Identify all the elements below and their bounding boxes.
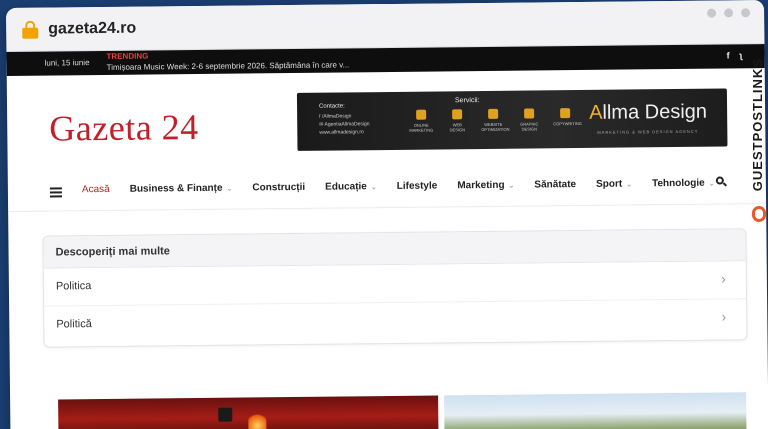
banner-contact: Contacte: f /AllmaDesign ✉ AgentiaAllmaD… [319, 103, 370, 136]
hat-figure-icon [218, 407, 233, 422]
service-icon [488, 108, 499, 119]
window-dot-icon[interactable] [724, 8, 734, 18]
rss-icon[interactable]: ʅ [739, 50, 742, 60]
service-icon [452, 109, 463, 120]
search-icon[interactable] [715, 176, 728, 187]
nav-item-acasa[interactable]: Acasă [82, 184, 110, 195]
chevron-down-icon: ⌄ [508, 182, 515, 190]
browser-window: gazeta24.ro luni, 15 iunie TRENDING Timi… [6, 0, 768, 429]
window-controls [707, 8, 751, 18]
service-icon [560, 108, 571, 119]
ad-banner[interactable]: Contacte: f /AllmaDesign ✉ AgentiaAllmaD… [296, 88, 728, 151]
window-dot-icon[interactable] [707, 8, 717, 18]
nav-item-marketing[interactable]: Marketing ⌄ [457, 180, 515, 191]
lock-icon [22, 20, 39, 39]
nav-item-sanatate[interactable]: Sănătate [534, 179, 576, 190]
site-logo[interactable]: Gazeta 24 [49, 106, 199, 150]
banner-services-title: Servicii: [454, 97, 480, 105]
trending-label: TRENDING [106, 51, 149, 61]
window-dot-icon[interactable] [741, 8, 751, 18]
nav-item-business[interactable]: Business & Finanțe ⌄ [130, 183, 233, 195]
discover-item[interactable]: Politică › [44, 299, 746, 344]
banner-services: ONLINE MARKETING WEB DESIGN WEBSITE OPTI… [409, 108, 582, 133]
link-icon [752, 206, 766, 222]
discover-more-panel: Descoperiți mai multe Politica › Politic… [42, 228, 748, 348]
banner-brand: Allma Design [589, 100, 708, 124]
nav-item-lifestyle[interactable]: Lifestyle [397, 180, 438, 191]
chevron-down-icon: ⌄ [708, 180, 715, 188]
service-item: GRAPHIC DESIGN [517, 108, 541, 132]
hamburger-menu-icon[interactable] [49, 187, 62, 199]
address-bar-url[interactable]: gazeta24.ro [48, 20, 136, 39]
service-icon [416, 109, 427, 120]
nav-item-tehnologie[interactable]: Tehnologie ⌄ [652, 178, 715, 190]
site-header: Gazeta 24 Contacte: f /AllmaDesign ✉ Age… [7, 68, 766, 168]
nav-item-sport[interactable]: Sport ⌄ [596, 178, 633, 190]
service-item: COPYWRITING [553, 108, 582, 131]
browser-chrome: gazeta24.ro [6, 0, 765, 52]
featured-article-image[interactable] [58, 395, 439, 429]
flame-icon [248, 411, 267, 429]
main-nav: Acasă Business & Finanțe ⌄ Construcții Ed… [7, 160, 767, 212]
chevron-right-icon: › [721, 270, 726, 287]
side-watermark: GUESTPOSTLINKS [748, 58, 768, 228]
facebook-icon[interactable]: f [726, 50, 729, 60]
service-icon [524, 108, 535, 119]
social-links: f ʅ [726, 50, 742, 60]
chevron-down-icon: ⌄ [226, 185, 233, 193]
service-item: WEBSITE OPTIMIZATION [481, 108, 509, 132]
service-item: WEB DESIGN [445, 109, 469, 132]
chevron-right-icon: › [721, 308, 727, 325]
service-item: ONLINE MARKETING [409, 109, 433, 133]
featured-images [58, 392, 747, 429]
landscape-article-image[interactable] [444, 392, 747, 429]
banner-brand-subtitle: MARKETING & WEB DESIGN AGENCY [597, 128, 699, 135]
nav-items: Acasă Business & Finanțe ⌄ Construcții Ed… [82, 178, 715, 196]
trending-headline[interactable]: Timișoara Music Week: 2-6 septembrie 202… [107, 60, 350, 72]
nav-item-constructii[interactable]: Construcții [252, 182, 305, 194]
nav-item-educatie[interactable]: Educație ⌄ [325, 181, 377, 192]
current-date: luni, 15 iunie [44, 58, 90, 68]
chevron-down-icon: ⌄ [370, 183, 377, 191]
chevron-down-icon: ⌄ [626, 180, 633, 189]
